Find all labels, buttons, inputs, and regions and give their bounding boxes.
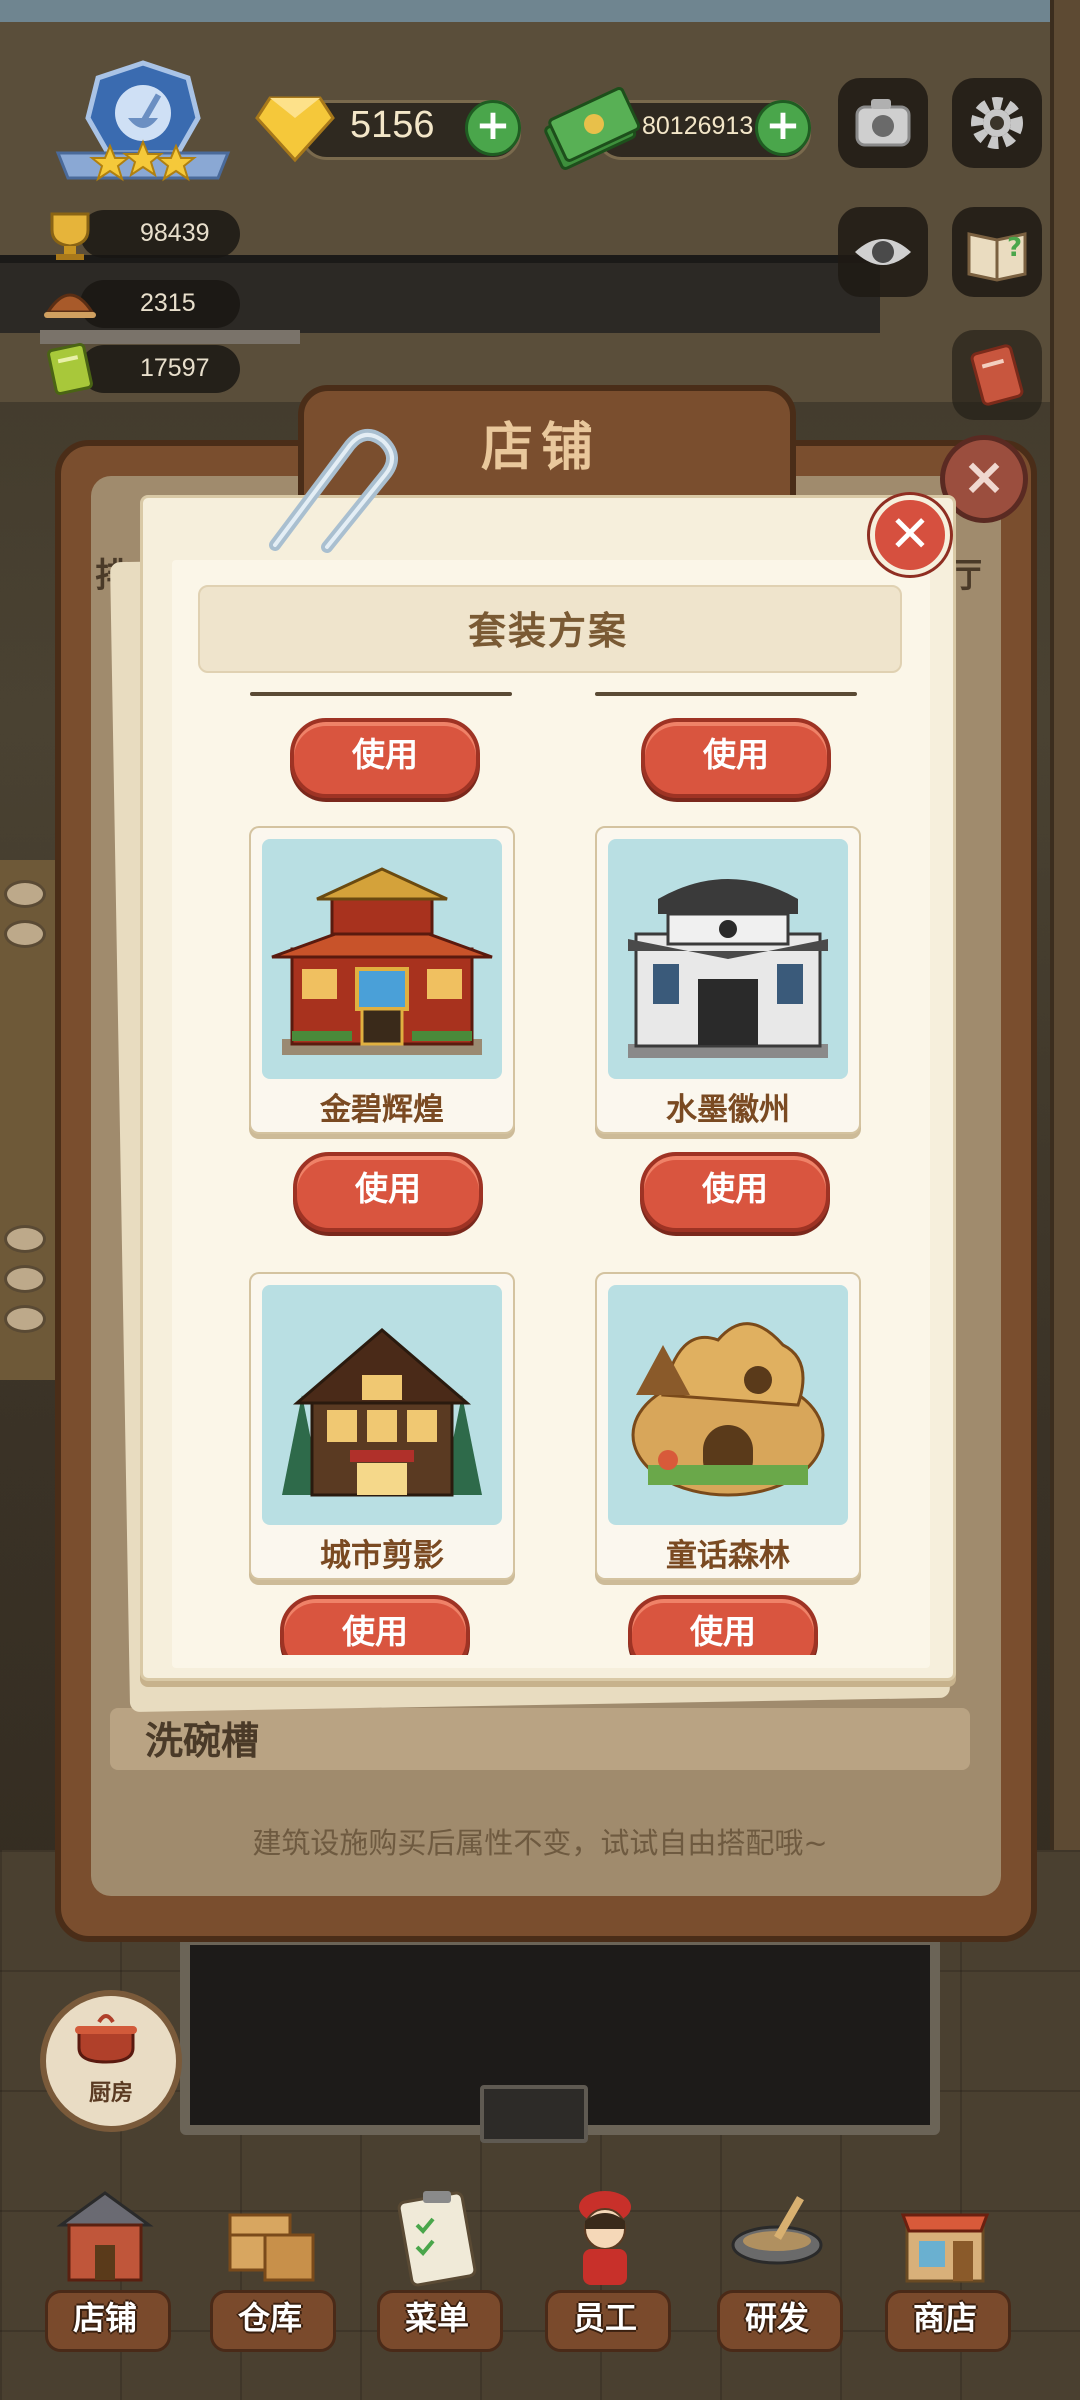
top-wall-strip xyxy=(0,0,1080,22)
stat-row: 17597 xyxy=(47,342,240,396)
menu-clipboard-icon xyxy=(397,2191,477,2287)
ink-huizhou-house-icon xyxy=(608,839,848,1079)
add-cash-button[interactable]: + xyxy=(755,100,811,156)
store-icon xyxy=(900,2213,990,2283)
nav-store[interactable]: 商店 xyxy=(880,2185,1011,2352)
nav-warehouse[interactable]: 仓库 xyxy=(205,2185,336,2352)
eye-icon xyxy=(855,239,911,265)
nav-menu[interactable]: 菜单 xyxy=(372,2185,503,2352)
nav-label: 店铺 xyxy=(72,2299,137,2337)
notebook-button[interactable] xyxy=(952,330,1042,420)
plate-decor xyxy=(4,1265,46,1293)
suit-name: 水墨徽州 xyxy=(666,1092,790,1128)
nav-staff[interactable]: 员工 xyxy=(540,2185,671,2352)
camera-icon xyxy=(855,99,911,147)
suit-name: 城市剪影 xyxy=(320,1538,444,1574)
stat-row: 98439 xyxy=(50,210,240,260)
suit-card[interactable]: 金碧辉煌 xyxy=(249,826,515,1134)
stat-value: 98439 xyxy=(140,219,210,247)
store-hint-text: 建筑设施购买后属性不变，试试自由搭配哦~ xyxy=(252,1826,828,1860)
recipe-book-icon xyxy=(47,342,93,396)
city-cabin-icon xyxy=(262,1285,502,1525)
shop-icon xyxy=(56,2191,154,2282)
help-book-icon: ? xyxy=(967,232,1027,282)
kitchen-button[interactable] xyxy=(40,1990,182,2132)
nav-label: 菜单 xyxy=(404,2299,469,2337)
warehouse-icon xyxy=(228,2213,315,2282)
use-button[interactable]: 使用 xyxy=(628,1595,818,1655)
rank-badge-icon[interactable] xyxy=(48,58,238,193)
golden-palace-icon xyxy=(262,839,502,1079)
camera-button[interactable] xyxy=(838,78,928,168)
suit-card[interactable]: 童话森林 xyxy=(595,1272,861,1580)
paperclip-icon xyxy=(269,429,398,553)
kitchen-label: 厨房 xyxy=(88,2081,133,2106)
gear-icon xyxy=(971,97,1023,149)
card-edge xyxy=(250,692,512,696)
settings-button[interactable] xyxy=(952,78,1042,168)
staff-icon xyxy=(579,2191,631,2285)
serving-cloche-icon xyxy=(44,293,96,318)
use-button[interactable]: 使用 xyxy=(290,718,480,798)
plate-decor xyxy=(4,920,46,948)
dialog-close-button[interactable]: ✕ xyxy=(870,495,950,575)
trophy-icon xyxy=(50,212,90,260)
plate-decor xyxy=(4,1305,46,1333)
use-button[interactable]: 使用 xyxy=(293,1152,483,1232)
dialog-title: 套装方案 xyxy=(467,609,628,653)
stat-row: 2315 xyxy=(44,280,240,328)
nav-label: 仓库 xyxy=(237,2299,302,2337)
use-button[interactable]: 使用 xyxy=(640,1152,830,1232)
nav-label: 员工 xyxy=(572,2299,637,2337)
stat-value: 2315 xyxy=(140,289,196,317)
add-gems-button[interactable]: + xyxy=(465,100,521,156)
suit-name: 金碧辉煌 xyxy=(320,1092,444,1128)
research-wok-icon xyxy=(731,2196,823,2265)
nav-label: 研发 xyxy=(744,2299,809,2337)
plate-decor xyxy=(4,880,46,908)
sink-faucet xyxy=(480,2085,588,2143)
pot-icon xyxy=(75,2014,137,2064)
close-icon: ✕ xyxy=(889,505,931,563)
plate-decor xyxy=(4,1225,46,1253)
gem-value: 5156 xyxy=(350,104,435,146)
suit-scheme-list[interactable]: 使用 使用 金碧辉煌 水墨徽州 使用 使用 城市剪影 童话森林 使用 使用 xyxy=(200,690,900,1655)
nav-research[interactable]: 研发 xyxy=(712,2185,843,2352)
use-button[interactable]: 使用 xyxy=(280,1595,470,1655)
help-guide-button[interactable]: ? xyxy=(952,207,1042,297)
notebook-icon xyxy=(970,344,1024,406)
right-pillar xyxy=(1050,0,1080,1950)
close-icon: × xyxy=(962,447,1006,507)
use-button[interactable]: 使用 xyxy=(641,718,831,798)
suit-card[interactable]: 城市剪影 xyxy=(249,1272,515,1580)
cash-stack-icon xyxy=(544,86,640,170)
fairy-forest-house-icon xyxy=(608,1285,848,1525)
nav-label: 商店 xyxy=(912,2299,977,2337)
view-toggle-button[interactable] xyxy=(838,207,928,297)
stat-value: 17597 xyxy=(140,354,210,382)
suit-name: 童话森林 xyxy=(666,1538,790,1574)
card-edge xyxy=(595,692,857,696)
nav-shop[interactable]: 店铺 xyxy=(40,2185,171,2352)
cash-value: 80126913 xyxy=(642,112,754,140)
svg-text:?: ? xyxy=(1007,233,1022,263)
suit-card[interactable]: 水墨徽州 xyxy=(595,826,861,1134)
gem-icon xyxy=(255,96,335,163)
store-row-label: 洗碗槽 xyxy=(145,1719,260,1763)
